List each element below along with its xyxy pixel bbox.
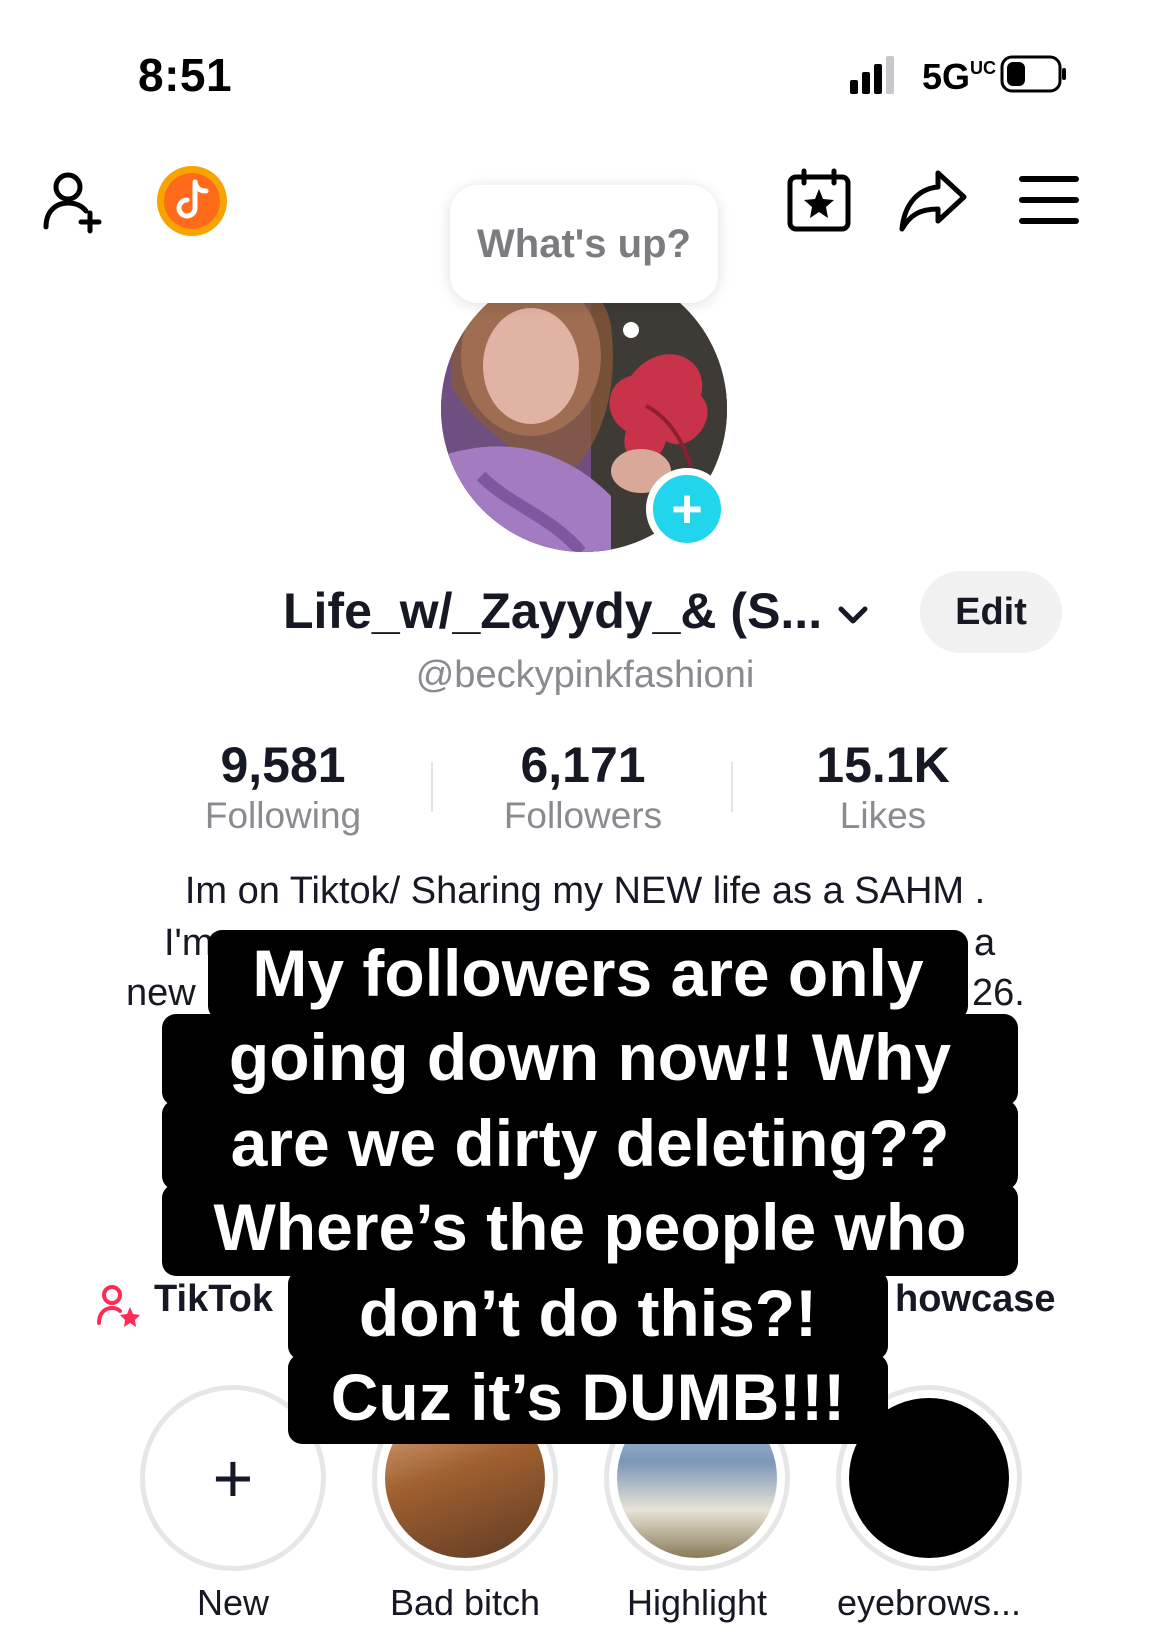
caption-line: don’t do this?! — [288, 1270, 888, 1360]
caption-line: My followers are only — [208, 930, 968, 1020]
stat-followers-label: Followers — [503, 795, 663, 836]
highlight-label: eyebrows... — [836, 1582, 1022, 1623]
stat-followers-value: 6,171 — [520, 737, 646, 793]
highlight-label: Highlight — [626, 1582, 768, 1623]
bio-line-fragment: a — [974, 922, 996, 964]
stat-divider — [431, 762, 433, 812]
network-type: 5GUC — [922, 56, 997, 97]
bio-line-fragment: 26. — [972, 972, 1025, 1014]
person-plus-icon[interactable] — [40, 165, 112, 237]
caption-line: going down now!! Why — [162, 1014, 1018, 1106]
status-bubble[interactable]: What's up? — [450, 185, 718, 303]
caption-line: are we dirty deleting?? — [162, 1100, 1018, 1190]
caption-line: Where’s the people who — [162, 1184, 1018, 1276]
stat-likes-label: Likes — [839, 795, 927, 836]
status-time: 8:51 — [138, 49, 233, 101]
caption-line: Cuz it’s DUMB!!! — [288, 1354, 888, 1444]
stat-following[interactable]: 9,581 Following — [163, 736, 403, 838]
add-avatar-button[interactable]: + — [646, 468, 728, 550]
bio-line-fragment: I'm — [164, 922, 214, 964]
calendar-star-icon[interactable] — [786, 167, 852, 233]
stat-following-value: 9,581 — [220, 737, 346, 793]
highlight-label: New — [196, 1582, 270, 1623]
username: @beckypinkfashioni — [415, 654, 755, 696]
stat-likes-value: 15.1K — [816, 737, 950, 793]
battery-icon — [1000, 55, 1066, 93]
bubble-tail — [623, 322, 639, 338]
share-arrow-icon[interactable] — [898, 167, 968, 233]
display-name[interactable]: Life_w/_Zayydy_& (S... — [283, 582, 822, 640]
bio-line: Im on Tiktok/ Sharing my NEW life as a S… — [184, 870, 986, 912]
stat-likes[interactable]: 15.1K Likes — [763, 736, 1003, 838]
tiktok-studio-link[interactable]: TikTok — [154, 1278, 273, 1321]
tiktok-coin-icon[interactable] — [155, 164, 229, 238]
bio-line-fragment: new — [126, 972, 196, 1014]
cell-signal-icon — [850, 56, 894, 94]
creator-star-icon — [97, 1285, 140, 1327]
edit-profile-button[interactable]: Edit — [920, 571, 1062, 653]
highlight-label: Bad bitch — [389, 1582, 541, 1623]
hamburger-menu-icon[interactable] — [1018, 173, 1080, 227]
stat-following-label: Following — [204, 795, 362, 836]
chevron-down-icon[interactable] — [836, 598, 870, 632]
showcase-link[interactable]: howcase — [895, 1278, 1056, 1321]
stat-divider — [731, 762, 733, 812]
stat-followers[interactable]: 6,171 Followers — [463, 736, 703, 838]
